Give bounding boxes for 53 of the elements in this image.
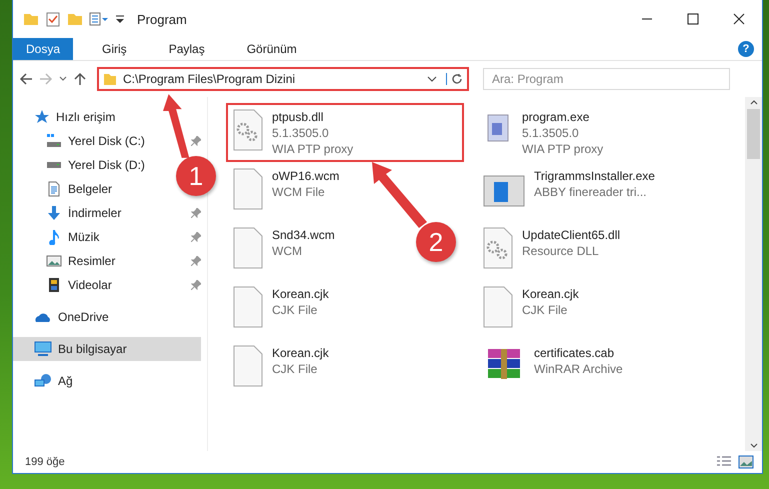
file-tile[interactable]: Korean.cjk CJK File <box>476 280 585 339</box>
sidebar-item[interactable]: Ağ <box>13 369 77 393</box>
file-tile[interactable]: certificates.cab WinRAR Archive <box>476 339 629 398</box>
file-tile[interactable]: ptpusb.dll 5.1.3505.0 WIA PTP proxy <box>226 103 464 162</box>
address-bar[interactable]: C:\Program Files\Program Dizini <box>97 67 469 91</box>
file-tile[interactable]: program.exe 5.1.3505.0 WIA PTP proxy <box>476 103 610 162</box>
file-detail: WCM File <box>272 184 326 200</box>
file-detail: WinRAR Archive <box>534 361 623 377</box>
ribbon-tab[interactable]: Giriş <box>89 38 140 60</box>
sidebar-item[interactable]: Resimler <box>13 249 120 273</box>
sidebar-item[interactable]: OneDrive <box>13 305 113 329</box>
sidebar-item[interactable]: Müzik <box>13 225 104 249</box>
file-name: Korean.cjk <box>272 345 329 361</box>
file-tile[interactable]: oWP16.wcm WCM File <box>226 162 346 221</box>
sidebar-item[interactable]: Bu bilgisayar <box>13 337 201 361</box>
file-tile[interactable]: Korean.cjk CJK File <box>226 280 335 339</box>
window-title: Program <box>137 12 187 26</box>
sidebar-item[interactable]: Yerel Disk (C:) <box>13 129 149 153</box>
sidebar-item[interactable]: Videolar <box>13 273 116 297</box>
file-name: TrigrammsInstaller.exe <box>534 168 655 184</box>
file-detail: 5.1.3505.0 <box>522 125 580 141</box>
file-detail: 5.1.3505.0 <box>272 125 330 141</box>
file-tile[interactable]: Snd34.wcm WCM <box>226 221 341 280</box>
file-name: Korean.cjk <box>272 286 329 302</box>
help-button[interactable]: ? <box>738 41 754 57</box>
file-name: certificates.cab <box>534 345 616 361</box>
file-name: ptpusb.dll <box>272 109 324 125</box>
sidebar-item[interactable]: Yerel Disk (D:) <box>13 153 149 177</box>
sidebar-item[interactable]: Hızlı erişim <box>13 105 120 129</box>
file-name: UpdateClient65.dll <box>522 227 620 243</box>
file-detail: CJK File <box>522 302 568 318</box>
file-detail: CJK File <box>272 302 318 318</box>
file-name: Korean.cjk <box>522 286 579 302</box>
ribbon-tab[interactable]: Görünüm <box>234 38 310 60</box>
item-count: 199 öğe <box>25 456 65 468</box>
file-tile[interactable]: TrigrammsInstaller.exe ABBY finereader tri... <box>476 162 661 221</box>
file-detail: CJK File <box>272 361 318 377</box>
file-detail: WIA PTP proxy <box>522 141 604 157</box>
ribbon-tab[interactable]: Paylaş <box>156 38 218 60</box>
file-detail: ABBY finereader tri... <box>534 184 648 200</box>
file-detail: WCM <box>272 243 303 259</box>
address-path: C:\Program Files\Program Dizini <box>123 72 296 86</box>
file-tile[interactable]: UpdateClient65.dll Resource DLL <box>476 221 626 280</box>
search-field[interactable]: Ara: Program <box>483 68 730 90</box>
file-detail: WIA PTP proxy <box>272 141 354 157</box>
file-detail: Resource DLL <box>522 243 600 259</box>
ribbon-tab[interactable]: Dosya <box>13 38 74 60</box>
sidebar-item[interactable]: İndirmeler <box>13 201 126 225</box>
file-name: oWP16.wcm <box>272 168 340 184</box>
file-name: program.exe <box>522 109 590 125</box>
file-name: Snd34.wcm <box>272 227 335 243</box>
sidebar-item[interactable]: Belgeler <box>13 177 116 201</box>
file-tile[interactable]: Korean.cjk CJK File <box>226 339 335 398</box>
